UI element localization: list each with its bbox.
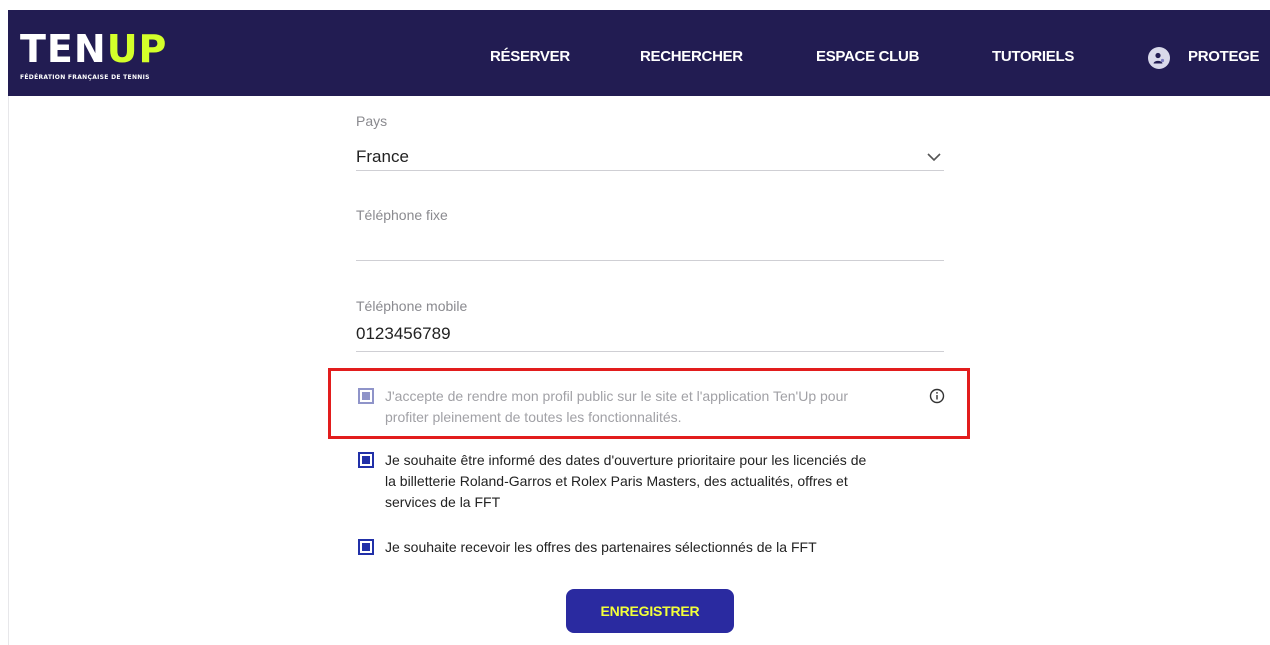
public-profile-checkbox[interactable] [358,388,374,404]
mobile-label: Téléphone mobile [356,298,468,314]
mobile-input[interactable]: 0123456789 [356,324,451,344]
country-label: Pays [356,113,388,129]
public-profile-text-line2: profiter pleinement de toutes les foncti… [385,409,682,425]
logo-wordmark: TENUP [20,30,167,68]
public-profile-text: J'accepte de rendre mon profil public su… [385,386,848,428]
partners-offers-checkbox[interactable] [358,539,374,555]
fft-news-checkbox[interactable] [358,452,374,468]
top-navbar: TENUP FÉDÉRATION FRANÇAISE DE TENNIS RÉS… [8,10,1270,96]
nav-reserver[interactable]: RÉSERVER [490,48,570,65]
top-strip [0,0,1270,10]
landline-label: Téléphone fixe [356,207,448,223]
country-underline [356,170,944,171]
logo-main: TEN [20,27,107,71]
fft-news-text: Je souhaite être informé des dates d'ouv… [385,450,866,513]
partners-offers-text: Je souhaite recevoir les offres des part… [385,539,817,555]
landline-input[interactable] [356,234,944,256]
country-select[interactable]: France [356,147,409,167]
fft-news-text-line1: Je souhaite être informé des dates d'ouv… [385,452,867,468]
tenup-logo[interactable]: TENUP FÉDÉRATION FRANÇAISE DE TENNIS [20,30,190,90]
logo-subtitle: FÉDÉRATION FRANÇAISE DE TENNIS [20,74,150,81]
fft-news-text-line2: la billetterie Roland-Garros et Rolex Pa… [385,473,848,489]
logo-accent: UP [106,27,168,71]
mobile-underline [356,351,944,352]
user-avatar-icon[interactable] [1148,47,1170,69]
info-icon[interactable] [929,388,945,404]
public-profile-text-line1: J'accepte de rendre mon profil public su… [385,388,849,404]
user-menu-label[interactable]: PROTEGE [1188,48,1260,65]
nav-rechercher[interactable]: RECHERCHER [640,48,743,65]
chevron-down-icon[interactable] [925,150,943,164]
nav-tutoriels[interactable]: TUTORIELS [992,48,1074,65]
nav-espace-club[interactable]: ESPACE CLUB [816,48,919,65]
landline-underline [356,260,944,261]
save-button[interactable]: ENREGISTRER [566,589,734,633]
left-border [8,96,9,645]
avatar-glyph [1153,52,1165,64]
fft-news-text-line3: services de la FFT [385,494,501,510]
